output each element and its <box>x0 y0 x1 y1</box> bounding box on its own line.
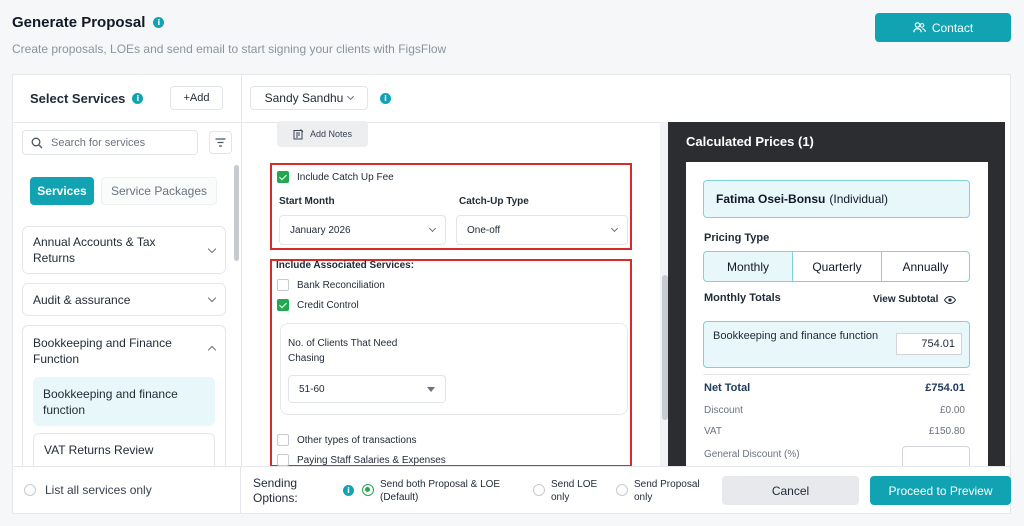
catch-up-checkbox-row[interactable]: Include Catch Up Fee <box>277 171 394 183</box>
send-proposal-option[interactable]: Send Proposal only <box>616 478 706 504</box>
page-title-row: Generate Proposal i <box>12 14 165 31</box>
vat-value: £150.80 <box>928 426 965 437</box>
sidebar-scrollbar[interactable] <box>234 165 239 261</box>
cancel-button[interactable]: Cancel <box>722 476 859 505</box>
net-total-label: Net Total <box>704 382 751 394</box>
client-select[interactable]: Sandy Sandhu <box>250 86 368 110</box>
pricing-type-label: Pricing Type <box>704 232 770 244</box>
search-input[interactable]: Search for services <box>22 130 198 155</box>
catch-up-type-select[interactable]: One-off <box>456 215 628 245</box>
divider <box>240 466 241 514</box>
divider <box>703 374 970 375</box>
line-item-price-input[interactable]: 754.01 <box>896 333 962 355</box>
paying-staff-row[interactable]: Paying Staff Salaries & Expenses <box>277 454 446 466</box>
category-audit[interactable]: Audit & assurance <box>22 283 226 316</box>
general-discount-input[interactable] <box>902 446 970 466</box>
pricing-quarterly[interactable]: Quarterly <box>792 251 882 282</box>
notes-icon <box>293 128 304 139</box>
select-services-heading: Select Services i <box>30 91 144 106</box>
monthly-totals-label: Monthly Totals <box>704 292 781 304</box>
send-loe-option[interactable]: Send LOE only <box>533 478 601 504</box>
search-icon <box>31 137 43 148</box>
discount-value: £0.00 <box>939 405 965 416</box>
calculated-prices-title: Calculated Prices (1) <box>686 134 814 149</box>
chevron-down-icon <box>428 224 437 233</box>
search-placeholder: Search for services <box>51 136 146 149</box>
send-proposal-radio[interactable] <box>616 484 628 496</box>
vat-label: VAT <box>704 426 722 437</box>
chevron-down-icon <box>347 92 355 101</box>
clients-chasing-select[interactable]: 51-60 <box>288 375 446 403</box>
start-month-label: Start Month <box>279 196 335 207</box>
catch-up-type-label: Catch-Up Type <box>459 196 529 207</box>
credit-control-checkbox[interactable] <box>277 299 289 311</box>
associated-services-title: Include Associated Services: <box>276 260 415 271</box>
filter-button[interactable] <box>209 131 232 154</box>
pricing-monthly[interactable]: Monthly <box>703 251 793 282</box>
tab-service-packages[interactable]: Service Packages <box>101 177 217 205</box>
info-icon[interactable]: i <box>153 17 165 28</box>
pricing-annually[interactable]: Annually <box>881 251 970 282</box>
discount-label: Discount <box>704 405 743 416</box>
filter-icon <box>215 138 226 147</box>
caret-down-icon <box>427 386 435 392</box>
info-icon[interactable]: i <box>343 485 354 496</box>
list-all-radio[interactable] <box>24 484 36 496</box>
other-transactions-checkbox[interactable] <box>277 434 289 446</box>
net-total-value: £754.01 <box>925 382 965 394</box>
proceed-to-preview-button[interactable]: Proceed to Preview <box>870 476 1011 505</box>
send-loe-radio[interactable] <box>533 484 545 496</box>
chevron-down-icon <box>207 244 217 253</box>
catch-up-checkbox[interactable] <box>277 171 289 183</box>
line-item-label: Bookkeeping and finance function <box>713 330 879 342</box>
contact-label: Contact <box>931 20 974 35</box>
service-item-bookkeeping[interactable]: Bookkeeping and finance function <box>33 377 215 426</box>
other-transactions-row[interactable]: Other types of transactions <box>277 434 417 446</box>
paying-staff-checkbox[interactable] <box>277 454 289 466</box>
category-annual-accounts[interactable]: Annual Accounts & Tax Returns <box>22 226 226 274</box>
contact-button[interactable]: Contact <box>875 13 1011 42</box>
info-icon[interactable]: i <box>380 93 391 104</box>
list-all-services-option[interactable]: List all services only <box>24 483 152 497</box>
page-title: Generate Proposal <box>12 14 146 31</box>
chevron-down-icon <box>610 224 619 233</box>
chevron-up-icon <box>207 345 217 355</box>
bank-reconciliation-row[interactable]: Bank Reconciliation <box>277 279 385 291</box>
credit-control-row[interactable]: Credit Control <box>277 299 359 311</box>
start-month-select[interactable]: January 2026 <box>279 215 446 245</box>
bank-reconciliation-checkbox[interactable] <box>277 279 289 291</box>
clients-chasing-label: No. of Clients That Need Chasing <box>288 338 398 364</box>
send-both-radio[interactable] <box>362 484 374 496</box>
eye-icon <box>944 295 957 304</box>
client-name-box: Fatima Osei-Bonsu (Individual) <box>703 180 970 218</box>
page-subtitle: Create proposals, LOEs and send email to… <box>12 42 447 56</box>
service-item-vat-returns[interactable]: VAT Returns Review <box>33 433 215 466</box>
general-discount-label: General Discount (%) <box>704 449 800 460</box>
send-both-option[interactable]: Send both Proposal & LOE (Default) <box>362 478 515 504</box>
add-service-button[interactable]: +Add <box>170 86 223 110</box>
info-icon[interactable]: i <box>132 93 144 104</box>
divider <box>12 122 242 123</box>
add-notes-button[interactable]: Add Notes <box>277 121 368 147</box>
view-subtotal-link[interactable]: View Subtotal <box>873 294 957 305</box>
sending-options-label: Sending Options: <box>253 476 298 505</box>
tab-services[interactable]: Services <box>30 177 94 205</box>
chevron-down-icon <box>207 293 217 303</box>
users-icon <box>913 22 926 33</box>
